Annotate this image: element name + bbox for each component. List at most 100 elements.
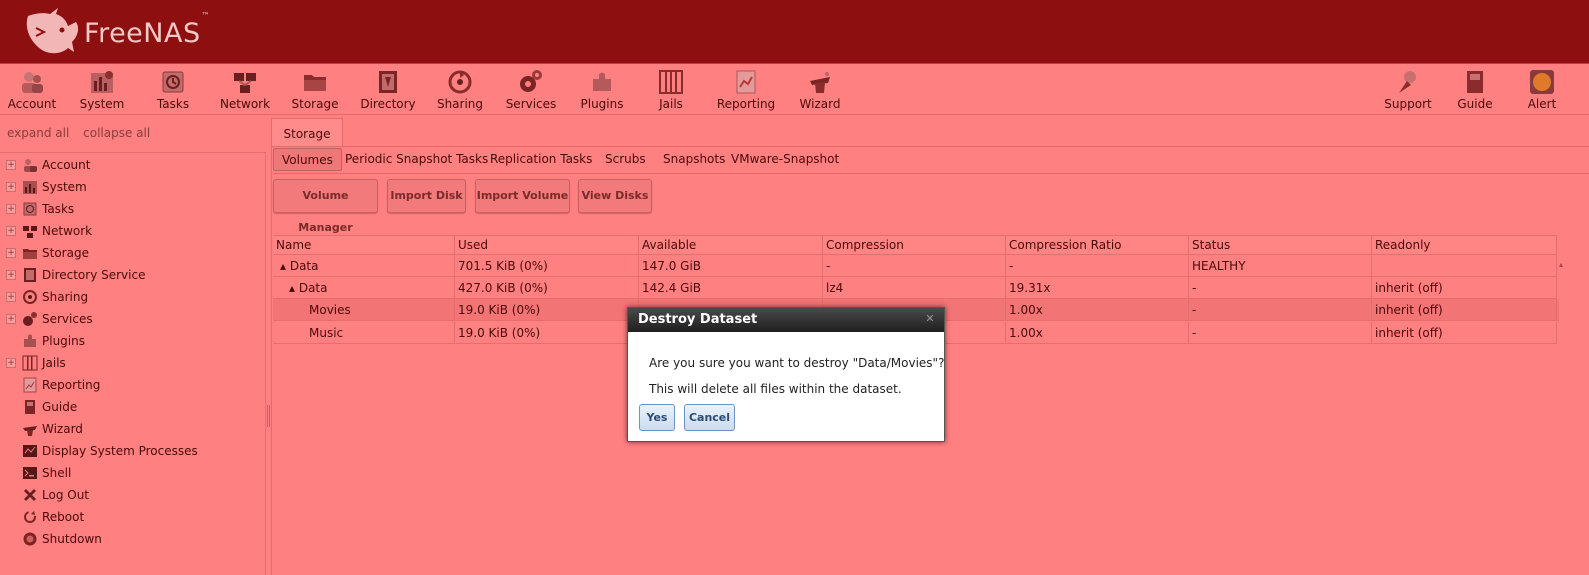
processes-icon — [23, 445, 37, 457]
toolbar-wizard[interactable]: Wizard — [796, 65, 844, 115]
toolbar-network[interactable]: Network — [218, 65, 272, 115]
subtab-snapshots[interactable]: Snapshots — [663, 148, 725, 171]
plugins-icon — [24, 334, 36, 347]
sidebar-item-directory-service[interactable]: + Directory Service — [0, 265, 266, 285]
shell-icon — [23, 467, 37, 479]
sidebar-item-sharing[interactable]: + Sharing — [0, 287, 266, 307]
sidebar-item-reboot[interactable]: Reboot — [0, 507, 266, 527]
toolbar-storage[interactable]: Storage — [290, 65, 340, 115]
sharing-icon — [448, 70, 472, 94]
expand-icon[interactable]: + — [6, 270, 16, 280]
freenas-logo[interactable]: FreeNAS™ — [18, 6, 258, 58]
sidebar-item-system[interactable]: + System — [0, 177, 266, 197]
cell-used: 19.0 KiB (0%) — [455, 322, 639, 344]
guide-icon — [1467, 71, 1483, 93]
toolbar-plugins[interactable]: Plugins — [578, 65, 626, 115]
toolbar-directory[interactable]: Directory — [360, 65, 416, 115]
import-volume-button[interactable]: Import Volume — [475, 179, 570, 213]
sidebar-item-shutdown[interactable]: Shutdown — [0, 529, 266, 549]
subtabs-divider — [273, 173, 1589, 174]
app-name: FreeNAS™ — [84, 11, 211, 49]
toolbar-jails[interactable]: Jails — [648, 65, 694, 115]
view-disks-button[interactable]: View Disks — [578, 179, 652, 213]
column-header-compression-ratio[interactable]: Compression Ratio — [1006, 236, 1189, 255]
reboot-icon — [24, 511, 36, 523]
expand-icon[interactable]: + — [6, 182, 16, 192]
sidebar-item-wizard[interactable]: Wizard — [0, 419, 266, 439]
toolbar-services[interactable]: Services — [505, 65, 557, 115]
toolbar-system[interactable]: System — [77, 65, 127, 115]
toolbar-guide[interactable]: Guide — [1455, 65, 1495, 115]
toolbar-account[interactable]: Account — [6, 65, 58, 115]
column-header-name[interactable]: Name — [273, 236, 455, 255]
collapse-all-link[interactable]: collapse all — [83, 126, 150, 140]
expand-icon[interactable]: + — [6, 248, 16, 258]
toolbar-support[interactable]: Support — [1382, 65, 1434, 115]
import-disk-button[interactable]: Import Disk — [387, 179, 466, 213]
subtab-replication-tasks[interactable]: Replication Tasks — [490, 148, 592, 171]
scroll-up-icon[interactable]: ▴ — [1559, 260, 1563, 269]
sidebar-item-network[interactable]: + Network — [0, 221, 266, 241]
toolbar-alert[interactable]: Alert — [1524, 65, 1560, 115]
toolbar-sharing[interactable]: Sharing — [435, 65, 485, 115]
expand-icon[interactable]: + — [6, 226, 16, 236]
sidebar-item-shell[interactable]: Shell — [0, 463, 266, 483]
table-row[interactable]: ▴ Data 427.0 KiB (0%) 142.4 GiB lz4 19.3… — [273, 277, 1557, 299]
sidebar-item-reporting[interactable]: Reporting — [0, 375, 266, 395]
system-icon — [91, 71, 113, 93]
column-header-available[interactable]: Available — [639, 236, 823, 255]
services-icon — [23, 312, 37, 326]
yes-button[interactable]: Yes — [639, 404, 675, 431]
sidebar-item-jails[interactable]: + Jails — [0, 353, 266, 373]
column-header-readonly[interactable]: Readonly — [1372, 236, 1557, 255]
expand-icon[interactable]: + — [6, 314, 16, 324]
sharing-icon — [23, 290, 37, 304]
column-header-status[interactable]: Status — [1189, 236, 1372, 255]
column-header-used[interactable]: Used — [455, 236, 639, 255]
shark-logo-icon — [26, 8, 79, 54]
expand-icon[interactable]: + — [6, 292, 16, 302]
cell-name: ▴ Data — [273, 255, 455, 277]
sidebar-item-tasks[interactable]: + Tasks — [0, 199, 266, 219]
toolbar-tasks[interactable]: Tasks — [148, 65, 198, 115]
volume-manager-button[interactable]: Volume Manager — [273, 179, 378, 234]
close-icon[interactable]: ✕ — [924, 313, 936, 325]
pane-resize-handle[interactable] — [267, 405, 270, 427]
network-icon — [234, 73, 256, 93]
cancel-button[interactable]: Cancel — [684, 404, 735, 431]
jails-icon — [659, 70, 683, 94]
directory-icon — [24, 268, 36, 282]
dialog-warning: This will delete all files within the da… — [649, 382, 902, 396]
tree-controls: expand all collapse all — [7, 126, 160, 140]
table-row[interactable]: ▴ Data 701.5 KiB (0%) 147.0 GiB - - HEAL… — [273, 255, 1557, 277]
expand-icon[interactable]: + — [6, 160, 16, 170]
plugins-icon — [593, 72, 611, 91]
cell-status: - — [1189, 299, 1372, 321]
tab-storage[interactable]: Storage — [271, 118, 343, 146]
cell-readonly: inherit (off) — [1372, 299, 1557, 321]
toolbar-reporting[interactable]: Reporting — [716, 65, 776, 115]
sidebar-item-account[interactable]: + Account — [0, 155, 266, 175]
dialog-title[interactable]: Destroy Dataset ✕ — [628, 308, 944, 332]
sidebar-item-storage[interactable]: + Storage — [0, 243, 266, 263]
expand-all-link[interactable]: expand all — [7, 126, 69, 140]
sidebar-item-services[interactable]: + Services — [0, 309, 266, 329]
support-icon — [1399, 71, 1416, 93]
expand-icon[interactable]: + — [6, 204, 16, 214]
app-header: FreeNAS™ — [0, 0, 1589, 64]
shutdown-icon — [23, 532, 37, 546]
sidebar-item-guide[interactable]: Guide — [0, 397, 266, 417]
sidebar-item-plugins[interactable]: Plugins — [0, 331, 266, 351]
subtab-volumes[interactable]: Volumes — [273, 148, 342, 171]
directory-icon — [379, 71, 397, 93]
subtab-vmware-snapshot[interactable]: VMware-Snapshot — [731, 148, 839, 171]
wizard-icon — [23, 426, 37, 436]
sidebar-item-log-out[interactable]: Log Out — [0, 485, 266, 505]
sidebar-item-display-system-processes[interactable]: Display System Processes — [0, 441, 266, 461]
network-icon — [23, 226, 37, 238]
column-header-compression[interactable]: Compression — [823, 236, 1006, 255]
destroy-dataset-dialog: Destroy Dataset ✕ Are you sure you want … — [627, 307, 945, 442]
expand-icon[interactable]: + — [6, 358, 16, 368]
subtab-periodic-snapshot-tasks[interactable]: Periodic Snapshot Tasks — [345, 148, 488, 171]
subtab-scrubs[interactable]: Scrubs — [605, 148, 646, 171]
